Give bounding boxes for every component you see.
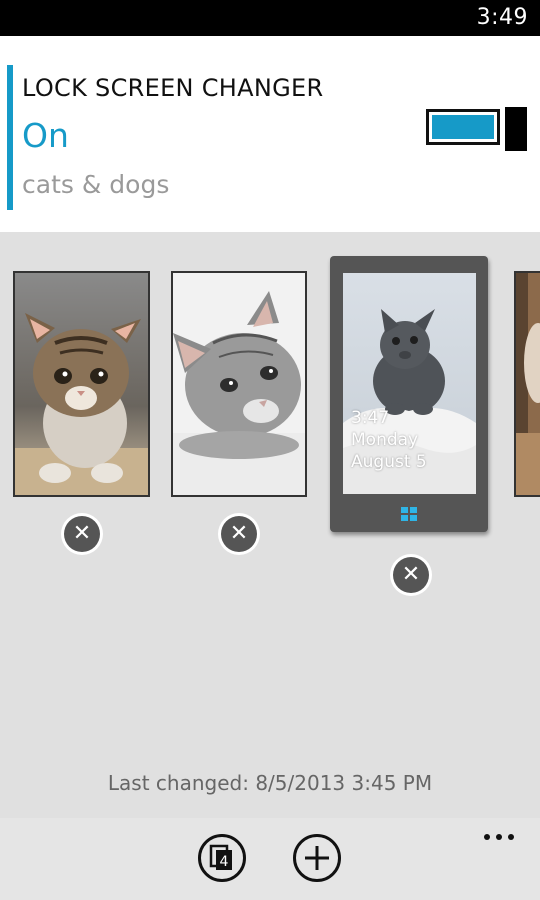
image-thumbnail-1[interactable]	[13, 271, 150, 497]
close-icon: ✕	[401, 562, 421, 587]
app-header: LOCK SCREEN CHANGER On cats & dogs	[0, 36, 540, 232]
application-bar: 4	[0, 818, 540, 900]
on-off-toggle[interactable]	[426, 107, 528, 151]
status-time: 3:49	[476, 5, 528, 30]
image-count-badge: 4	[220, 854, 229, 870]
image-thumbnail-2[interactable]	[171, 271, 307, 497]
manage-images-button[interactable]: 4	[198, 834, 246, 882]
tabby-kitten-image	[15, 273, 148, 495]
image-stack-icon: 4	[209, 844, 232, 870]
status-bar: 3:49	[0, 0, 540, 36]
partial-image	[516, 273, 540, 495]
image-thumbnail-4[interactable]	[514, 271, 540, 497]
more-dots-icon[interactable]	[478, 826, 522, 850]
windows-logo-icon	[401, 507, 418, 522]
preview-time: 3:47	[351, 408, 390, 428]
add-image-button[interactable]	[293, 834, 341, 882]
category-text[interactable]: cats & dogs	[22, 170, 169, 199]
preview-day: Monday	[351, 430, 419, 450]
phone-screen: 3:47 Monday August 5	[343, 273, 476, 494]
close-icon: ✕	[229, 521, 249, 546]
add-icon	[305, 846, 329, 870]
grey-kitten-image	[173, 273, 305, 495]
remove-image-button-1[interactable]: ✕	[61, 513, 103, 555]
accent-bar	[7, 65, 13, 210]
selected-image-phone-preview[interactable]: 3:47 Monday August 5	[330, 256, 488, 532]
toggle-thumb[interactable]	[505, 107, 527, 151]
remove-image-button-2[interactable]: ✕	[218, 513, 260, 555]
toggle-track	[426, 109, 500, 145]
image-carousel[interactable]: ✕ ✕ 3:47 Monday August 5 ✕ Last changed:…	[0, 232, 540, 818]
preview-date: August 5	[351, 452, 427, 472]
lock-screen-preview-text: 3:47 Monday August 5	[351, 407, 427, 473]
toggle-fill	[432, 115, 494, 139]
state-text: On	[22, 116, 69, 155]
remove-image-button-3[interactable]: ✕	[390, 554, 432, 596]
app-title: LOCK SCREEN CHANGER	[22, 74, 324, 102]
close-icon: ✕	[72, 521, 92, 546]
last-changed-text: Last changed: 8/5/2013 3:45 PM	[107, 771, 433, 795]
